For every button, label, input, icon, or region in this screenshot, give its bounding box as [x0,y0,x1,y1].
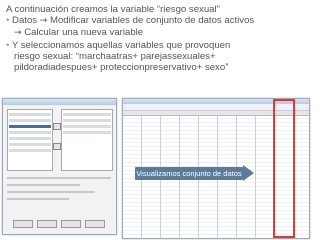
dialog-button [61,220,81,228]
list-row [9,131,51,134]
list-row [9,143,51,146]
bullet2-line1: Y seleccionamos aquellas variables que p… [11,39,231,51]
dialog-buttons [13,220,105,228]
dialog-button [13,220,33,228]
move-left-icon [53,143,61,150]
bullet-seleccionamos: • Y seleccionamos aquellas variables que… [6,40,316,51]
option-line [7,191,96,193]
list-row [63,125,111,128]
option-line [7,177,111,179]
arrow-icon: → [14,28,22,39]
new-variable-highlight [273,99,295,238]
intro-line: A continuación creamos la variable “ries… [6,4,220,15]
bullet-calcular: → Calcular una nueva variable [6,27,316,39]
list-row [9,113,51,116]
list-row [63,119,111,122]
variable-list-pane [7,109,53,171]
bullet-marker: • [6,15,10,27]
menu-calcular-text: Calcular una nueva variable [24,27,144,39]
list-row [9,137,51,140]
callout-label: Visualizamos conjunto de datos [135,167,243,180]
list-row [63,113,111,116]
move-right-icon [53,123,61,130]
dialog-button [37,220,57,228]
dialog-titlebar [3,99,116,105]
callout-arrow-icon [243,165,254,181]
bullet-marker: • [6,39,10,51]
bullet2-line3: pildoradiadespues+ proteccionpreservativ… [14,62,229,74]
option-line [7,184,80,186]
dialog-options [7,177,111,205]
arrow-icon: → [39,16,48,27]
menu-modificar-text: Modificar variables de conjunto de datos… [49,15,255,27]
menu-datos-text: Datos [12,15,38,27]
list-row [9,119,51,122]
bullet2-line2: riesgo sexual: “marchaatras+ parejassexu… [14,50,216,62]
list-row [63,131,111,134]
bullet-datos: • Datos → Modificar variables de conjunt… [6,15,316,27]
option-line [7,198,70,200]
compute-variable-dialog-screenshot [2,98,117,235]
selected-variables-pane [61,109,113,171]
dialog-button [85,220,105,228]
list-row-selected [9,125,51,128]
list-row [9,149,51,152]
slide-text: A continuación creamos la variable “ries… [6,4,316,73]
